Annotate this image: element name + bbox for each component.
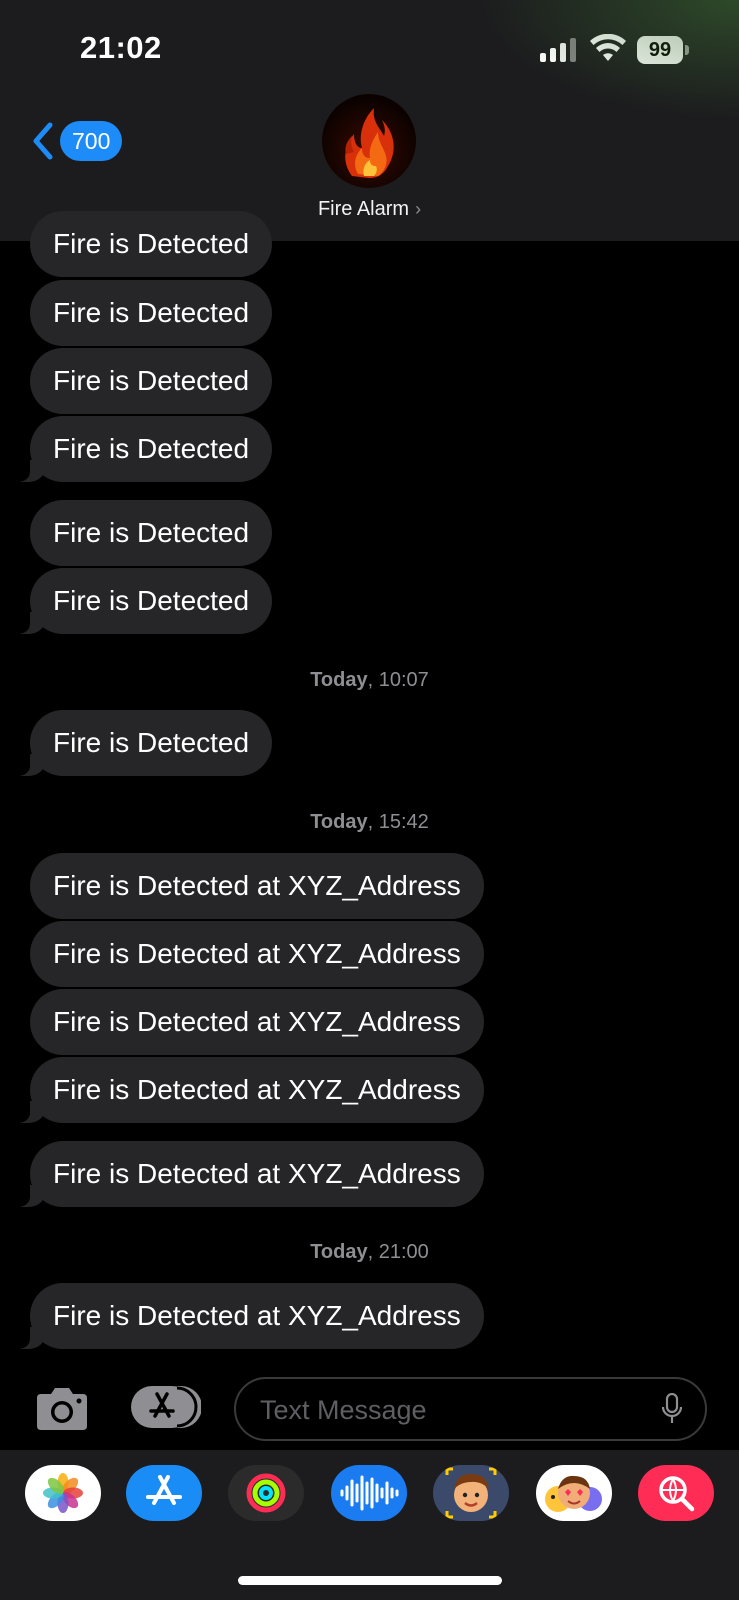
chevron-left-icon — [33, 122, 53, 160]
message-bubble[interactable]: Fire is Detected — [7, 416, 273, 482]
unread-count-badge: 700 — [60, 121, 123, 161]
message-input[interactable] — [258, 1379, 642, 1441]
timestamp: Today, 10:07 — [310, 669, 429, 691]
message-bubble[interactable]: Fire is Detected — [30, 348, 273, 414]
voice-memos-icon[interactable] — [331, 1465, 407, 1521]
battery-icon: 99 — [637, 36, 689, 64]
message-input-field[interactable] — [234, 1377, 707, 1441]
message-bubble[interactable]: Fire is Detected — [7, 710, 273, 776]
message-bubble[interactable]: Fire is Detected at XYZ_Address — [8, 1057, 484, 1123]
timestamp-time: 15:42 — [378, 811, 429, 833]
message-bubble[interactable]: Fire is Detected — [7, 568, 273, 634]
camera-icon[interactable] — [33, 1386, 91, 1432]
fire-icon — [345, 108, 394, 178]
message-bubble[interactable]: Fire is Detected at XYZ_Address — [8, 1141, 484, 1207]
memoji-icon[interactable] — [433, 1465, 509, 1521]
home-indicator[interactable] — [238, 1576, 502, 1585]
app-drawer-icon[interactable] — [131, 1384, 201, 1430]
activity-icon[interactable] — [228, 1465, 304, 1521]
contact-avatar[interactable] — [322, 94, 416, 188]
status-time: 21:02 — [80, 30, 162, 65]
cellular-signal-icon — [540, 38, 578, 62]
contact-name: Fire Alarm — [317, 198, 410, 220]
chevron-right-icon: › — [415, 199, 422, 219]
timestamp-day: Today — [310, 669, 368, 691]
microphone-icon[interactable] — [661, 1393, 683, 1425]
timestamp: Today, 15:42 — [310, 811, 429, 833]
wifi-icon — [590, 34, 626, 61]
app-store-icon[interactable] — [126, 1465, 202, 1521]
back-button[interactable]: 700 — [30, 118, 123, 164]
conversation-header: 21:02 99 700 Fire Alarm › — [0, 0, 739, 241]
message-bubble[interactable]: Fire is Detected at XYZ_Address — [30, 989, 484, 1055]
web-images-icon[interactable] — [638, 1465, 714, 1521]
timestamp-time: 10:07 — [378, 669, 429, 691]
message-bubble[interactable]: Fire is Detected at XYZ_Address — [30, 853, 484, 919]
timestamp-day: Today — [310, 1241, 368, 1263]
timestamp: Today, 21:00 — [310, 1241, 429, 1263]
message-bubble[interactable]: Fire is Detected at XYZ_Address — [30, 921, 484, 987]
timestamp-day: Today — [310, 811, 368, 833]
photos-icon[interactable] — [25, 1465, 101, 1521]
battery-level: 99 — [637, 36, 683, 64]
message-bubble[interactable]: Fire is Detected at XYZ_Address — [8, 1283, 484, 1349]
message-bubble[interactable]: Fire is Detected — [30, 500, 273, 566]
message-bubble[interactable]: Fire is Detected — [30, 211, 273, 277]
animoji-icon[interactable] — [536, 1465, 612, 1521]
timestamp-time: 21:00 — [378, 1241, 429, 1263]
message-bubble[interactable]: Fire is Detected — [30, 280, 273, 346]
